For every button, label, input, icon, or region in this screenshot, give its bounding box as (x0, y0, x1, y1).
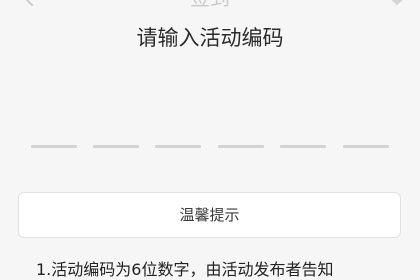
tip-text-line: 1.活动编码为6位数字，由活动发布者告知 (36, 260, 334, 279)
page-heading: 请输入活动编码 (136, 26, 284, 50)
code-digit-slot-2[interactable] (93, 145, 139, 148)
tips-button[interactable]: 温馨提示 (18, 192, 401, 238)
code-digit-slot-3[interactable] (155, 145, 201, 148)
nav-title: 签到 (0, 0, 420, 10)
code-digit-slot-4[interactable] (218, 145, 264, 148)
activity-code-input[interactable] (31, 145, 389, 151)
heart-icon[interactable] (388, 0, 406, 8)
code-digit-slot-1[interactable] (31, 145, 77, 148)
code-digit-slot-5[interactable] (280, 145, 326, 148)
checkin-screen: 签到 请输入活动编码 温馨提示 1.活动编码为6位数字，由活动发布者告知 (0, 0, 420, 280)
code-digit-slot-6[interactable] (343, 145, 389, 148)
nav-bar: 签到 (0, 0, 420, 16)
